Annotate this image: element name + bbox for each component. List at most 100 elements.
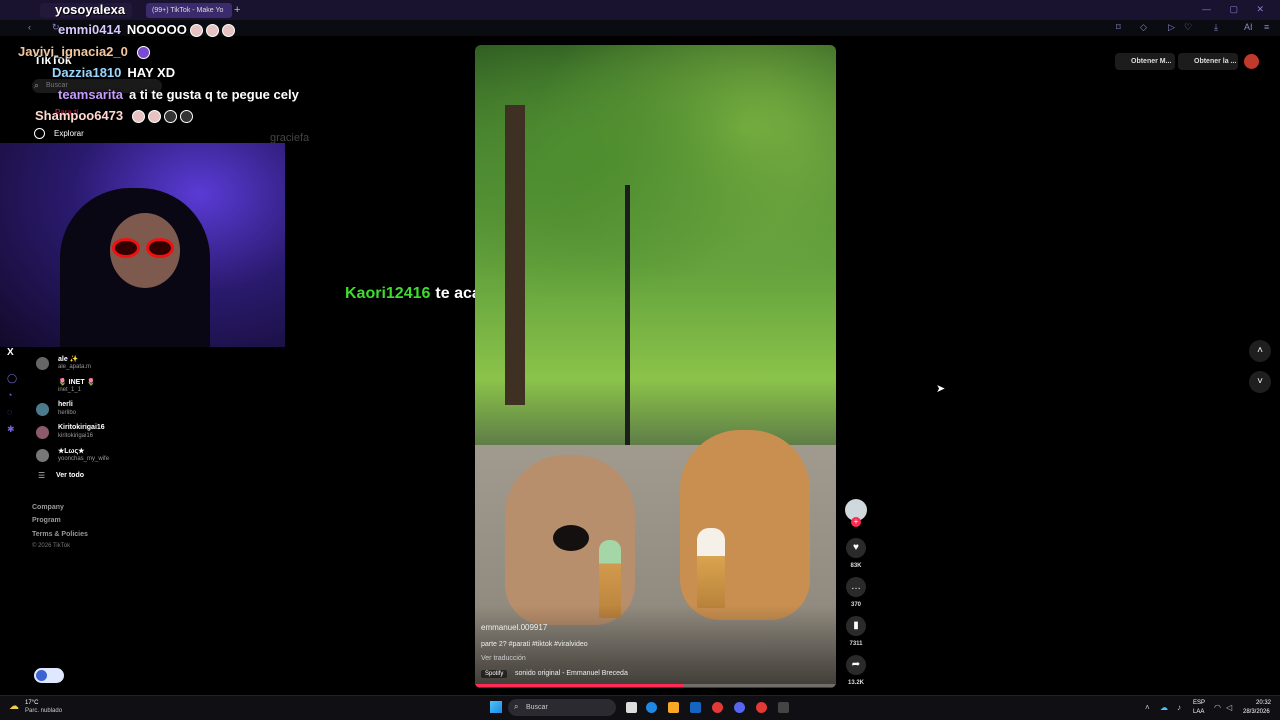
video-player[interactable]: emmanuel.009917 parte 2? #parati #tiktok… [475, 45, 836, 688]
menu-icon[interactable]: ≡ [1264, 22, 1269, 32]
chevron-down-icon[interactable]: ˅ [1249, 371, 1271, 393]
chat-user: Dazzia1810 [52, 65, 122, 80]
avatar [36, 403, 49, 416]
comment-count: 370 [850, 602, 861, 608]
puppy-nose [553, 525, 589, 551]
play-icon[interactable]: ▷ [1168, 22, 1175, 33]
video-author[interactable]: emmanuel.009917 [481, 623, 547, 632]
save-count: 7311 [849, 641, 863, 647]
follow-plus-icon[interactable]: + [851, 517, 861, 527]
video-caption: parte 2? #parati #tiktok #viralvideo [481, 641, 588, 648]
chat-line: Shampoo6473 [35, 108, 194, 124]
wifi-icon[interactable]: ◠ [1214, 703, 1221, 712]
emote-icon [221, 24, 235, 38]
cloud-icon[interactable]: ☁ [1160, 703, 1168, 712]
chat-user: teamsarita [58, 87, 124, 102]
comment-icon[interactable]: … [846, 577, 866, 597]
webcam-feed [0, 143, 285, 347]
weather-desc: Parc. nublado [25, 708, 63, 714]
profile-avatar[interactable] [1244, 54, 1259, 69]
edge-icon[interactable] [646, 702, 657, 713]
following-name: ★Lως★ [58, 448, 85, 455]
tab-tiktok[interactable]: (99+) TikTok - Make Yo [146, 3, 232, 18]
rail-settings-icon[interactable]: ✱ [7, 424, 15, 435]
window-controls[interactable]: — ▢ ✕ [1202, 4, 1272, 15]
ai-icon[interactable]: AI [1244, 22, 1253, 32]
copyright: © 2026 TikTok [32, 543, 71, 549]
like-icon[interactable]: ♥ [846, 538, 866, 558]
following-handle: herlibo [58, 410, 77, 416]
spotify-tag[interactable]: Spotify [481, 670, 508, 678]
task-view-icon[interactable] [626, 702, 637, 713]
avatar [36, 449, 49, 462]
discord-icon[interactable] [734, 702, 745, 713]
chat-message: NOOOOO [126, 22, 187, 37]
language-layout[interactable]: LAA [1193, 709, 1204, 715]
list-icon: ☰ [38, 471, 46, 480]
chat-line: Javivi_ignacia2_0 [18, 44, 150, 60]
chat-message: HAY XD [127, 65, 176, 80]
weather-temp: 17°C [25, 700, 39, 706]
language-code[interactable]: ESP [1193, 700, 1205, 706]
see-all-link[interactable]: Ver todo [56, 472, 84, 479]
windows-start-icon[interactable] [490, 701, 502, 713]
chevron-up-icon[interactable]: ˄ [1249, 340, 1271, 362]
chat-user: Javivi_ignacia2_0 [18, 44, 128, 59]
following-handle: inet_1_1 [58, 387, 82, 393]
windows-taskbar [0, 695, 1280, 720]
volume-icon[interactable]: ◁ [1226, 703, 1232, 712]
clock-time[interactable]: 20:32 [1256, 700, 1271, 706]
explorer-icon[interactable] [668, 702, 679, 713]
bookmark-icon[interactable]: ⌑ [1116, 22, 1121, 33]
shield-icon[interactable]: ◇ [1140, 22, 1147, 33]
side-rail [0, 40, 22, 695]
emote-icon [189, 24, 203, 38]
search-icon: ⌕ [514, 702, 519, 711]
chat-line: emmi0414 NOOOOO [58, 22, 235, 38]
opera-icon[interactable] [712, 702, 723, 713]
mail-icon[interactable] [690, 702, 701, 713]
following-handle: kiritokirigai16 [58, 433, 94, 439]
clock-date[interactable]: 28/3/2026 [1243, 709, 1270, 715]
emote-icon [205, 24, 219, 38]
share-count: 13.2K [847, 680, 864, 686]
obs-icon[interactable] [756, 702, 767, 713]
translate-link[interactable]: Ver traducción [481, 655, 526, 662]
footer-company[interactable]: Company [32, 504, 64, 511]
tray-chevron-icon[interactable]: ˄ [1145, 703, 1150, 712]
weather-icon[interactable]: ☁ [9, 701, 19, 712]
toggle-knob [36, 670, 47, 681]
rail-chat-icon[interactable]: ◌ [7, 407, 12, 417]
bookmark-icon[interactable]: ▮ [846, 616, 866, 636]
avatar [36, 357, 49, 370]
heart-glasses-left [112, 238, 140, 258]
heart-icon[interactable]: ♡ [1184, 22, 1192, 33]
footer-program[interactable]: Program [32, 517, 61, 524]
app-icon[interactable] [778, 702, 789, 713]
following-name: Kiritokirigai16 [58, 424, 105, 431]
x-icon[interactable]: X [7, 347, 14, 358]
video-tree-trunk [505, 105, 525, 405]
footer-terms[interactable]: Terms & Policies [32, 531, 88, 538]
new-tab-button[interactable]: + [234, 4, 240, 16]
avatar [36, 426, 49, 439]
get-app-button[interactable]: Obtener M... [1115, 53, 1175, 70]
taskbar-search[interactable]: Buscar [508, 699, 616, 716]
following-name: 🌷 INET 🌷 [58, 379, 96, 386]
video-sound[interactable]: sonido original - Emmanuel Breceda [515, 670, 628, 677]
nav-explore[interactable]: Explorar [54, 129, 84, 138]
download-icon[interactable]: ⤓ [1214, 22, 1218, 33]
heart-glasses-right [146, 238, 174, 258]
emote-icon [132, 110, 146, 124]
mic-icon[interactable]: ♪ [1177, 703, 1181, 712]
following-name: ale ✨ [58, 356, 79, 363]
video-progress-fill [475, 684, 685, 687]
following-name: herli [58, 401, 73, 408]
following-handle: ale_apata.m [58, 364, 92, 370]
share-icon[interactable]: ➦ [846, 655, 866, 675]
get-app-button-2[interactable]: Obtener la ... [1178, 53, 1238, 70]
following-handle: yoonchas_my_wife [58, 456, 110, 462]
back-icon[interactable]: ‹ [28, 22, 31, 32]
rail-clock-icon[interactable]: ◔ [7, 390, 12, 400]
rail-circle-icon[interactable]: ◯ [7, 373, 17, 384]
